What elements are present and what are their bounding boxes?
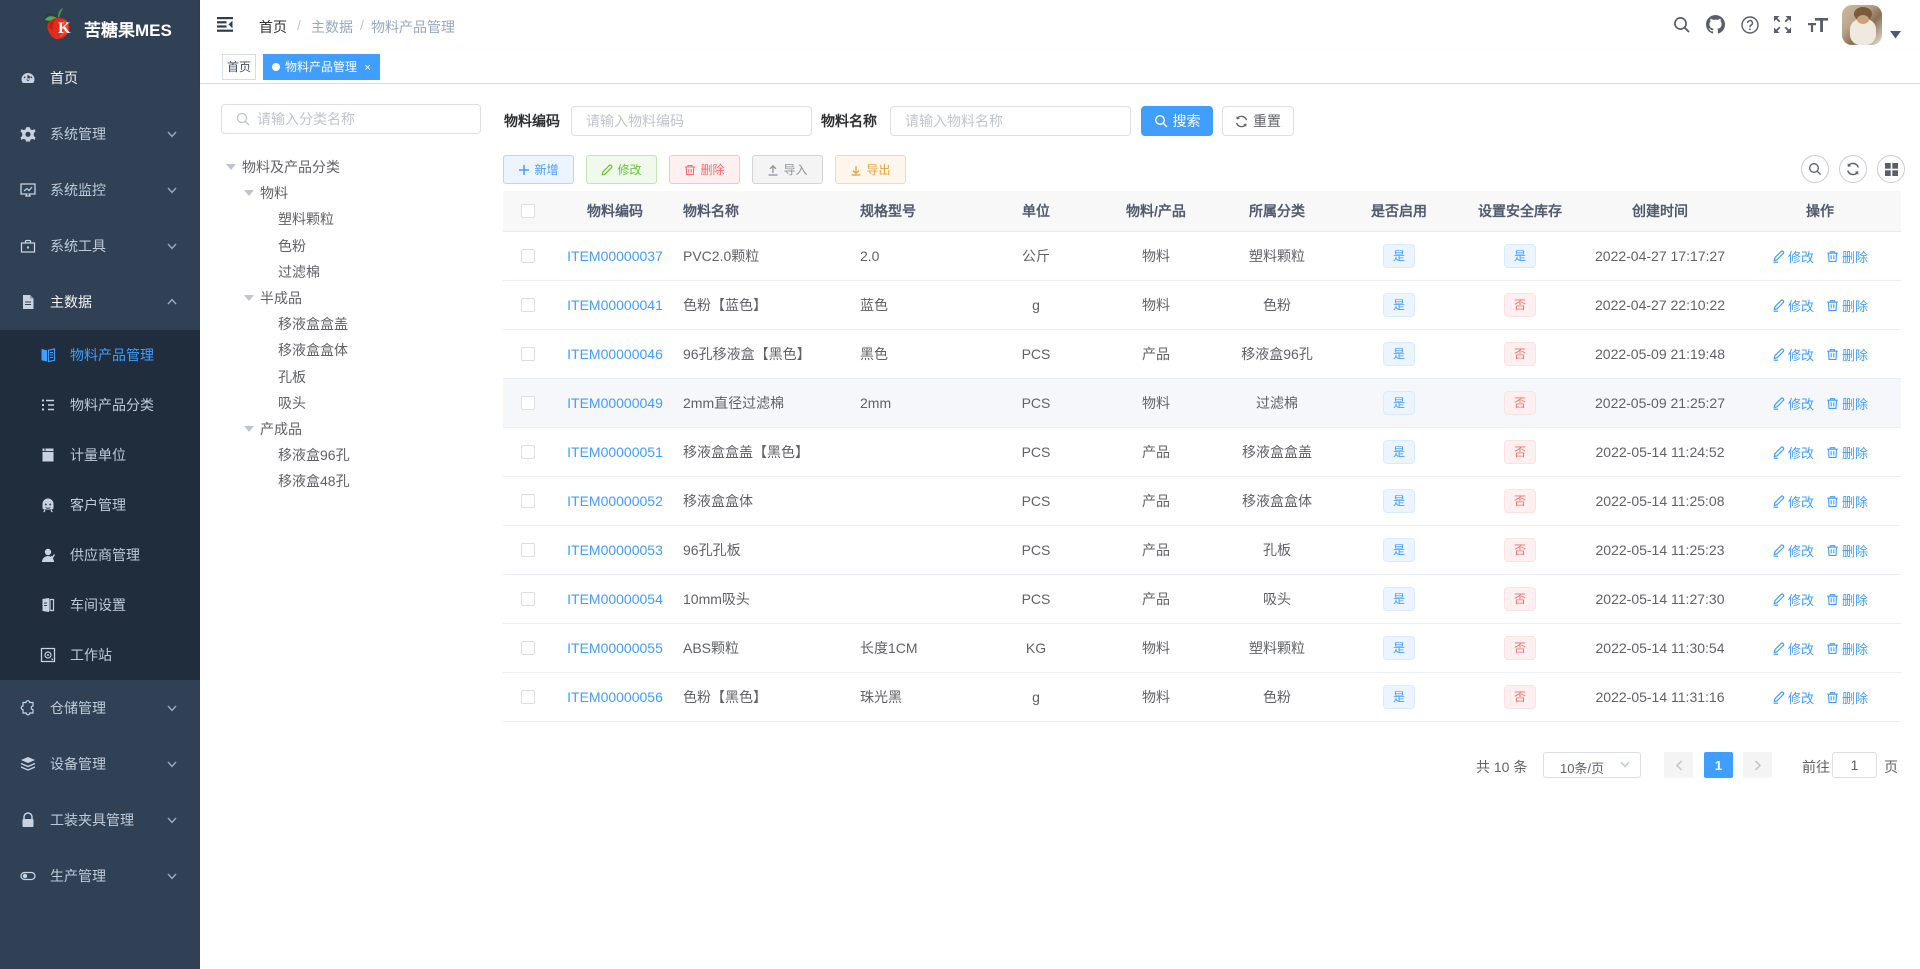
svg-text:K: K: [58, 20, 71, 37]
